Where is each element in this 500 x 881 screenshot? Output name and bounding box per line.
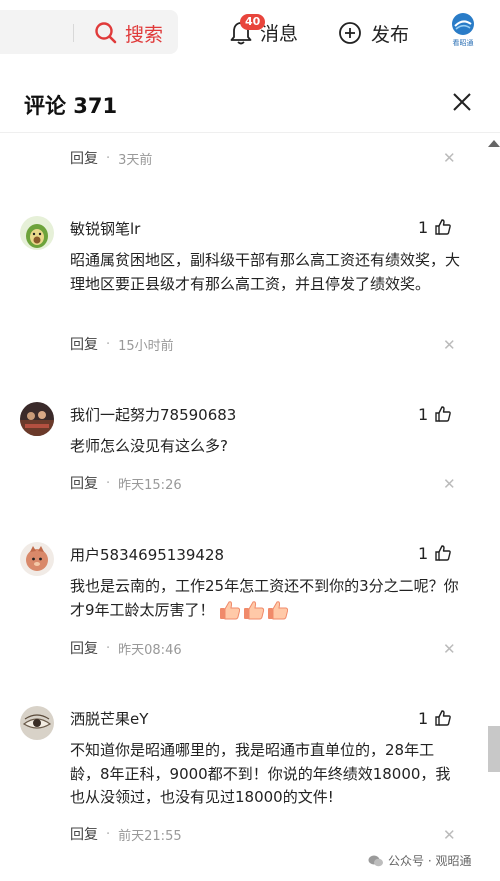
messages-label: 消息	[260, 22, 299, 45]
app-logo[interactable]: 看昭通	[448, 12, 478, 52]
thumbs-up-icon	[435, 219, 452, 235]
comment-time: 前天21:55	[118, 828, 182, 844]
search-divider	[73, 24, 74, 42]
comments-header: 评论 371	[0, 64, 500, 132]
search-button[interactable]: 搜索	[94, 18, 163, 48]
meta-dot: ·	[106, 826, 111, 842]
comment-text: 不知道你是昭通哪里的，我是昭通市直单位的，28年工龄，8年正科，9000都不到！…	[70, 741, 451, 806]
dismiss-icon[interactable]: ✕	[443, 475, 456, 493]
comment-meta: 回复 · 昨天08:46	[70, 638, 182, 658]
like-count: 1	[418, 404, 429, 424]
like-button[interactable]: 1	[418, 403, 452, 425]
avatar[interactable]	[20, 542, 54, 576]
like-count: 1	[418, 543, 429, 563]
like-count: 1	[418, 217, 429, 237]
comment-meta: 回复 · 前天21:55	[70, 824, 182, 844]
reply-button[interactable]: 回复	[70, 824, 98, 844]
header-divider	[0, 132, 500, 133]
scroll-up-arrow[interactable]	[488, 140, 500, 147]
search-icon	[95, 22, 117, 44]
comment-time: 15小时前	[118, 338, 174, 354]
comment-username[interactable]: 用户5834695139428	[70, 544, 224, 565]
dismiss-icon[interactable]: ✕	[443, 149, 456, 167]
comment-text: 我也是云南的，工作25年怎工资还不到你的3分之二呢？你才9年工龄太厉害了！	[70, 575, 460, 622]
plus-circle-icon	[339, 22, 361, 44]
meta-dot: ·	[106, 475, 111, 491]
thumbs-up-icon	[435, 710, 452, 726]
like-button[interactable]: 1	[418, 216, 452, 238]
thumbs-up-emoji-icon	[219, 601, 240, 620]
avatar[interactable]	[20, 216, 54, 250]
messages-badge: 40	[240, 14, 266, 30]
scrollbar-thumb[interactable]	[488, 726, 500, 772]
comment-meta: 回复 · 15小时前	[70, 334, 174, 354]
reply-button[interactable]: 回复	[70, 638, 98, 658]
reply-button[interactable]: 回复	[70, 473, 98, 493]
comment-time: 3天前	[118, 152, 153, 168]
avatar[interactable]	[20, 402, 54, 436]
search-label: 搜索	[125, 23, 164, 46]
watermark-text: 公众号 · 观昭通	[388, 854, 472, 868]
publish-label: 发布	[371, 23, 410, 46]
comment-username[interactable]: 我们一起努力78590683	[70, 404, 236, 425]
wechat-icon	[368, 855, 383, 866]
comment-username[interactable]: 洒脱芒果eY	[70, 708, 148, 729]
thumbs-up-emoji-icon	[243, 601, 264, 620]
meta-dot: ·	[106, 150, 111, 166]
comment-meta: 回复 · 昨天15:26	[70, 473, 182, 493]
reply-button[interactable]: 回复	[70, 148, 98, 168]
meta-dot: ·	[106, 336, 111, 352]
thumbs-up-icon	[435, 406, 452, 422]
comments-title: 评论 371	[24, 94, 118, 118]
thumbs-up-icon	[435, 545, 452, 561]
like-count: 1	[418, 708, 429, 728]
emoji-thumbs	[219, 600, 291, 620]
comment-time: 昨天15:26	[118, 477, 182, 493]
meta-dot: ·	[106, 640, 111, 656]
comment-text: 昭通属贫困地区，副科级干部有那么高工资还有绩效奖，大理地区要正县级才有那么高工资…	[70, 251, 461, 293]
dismiss-icon[interactable]: ✕	[443, 336, 456, 354]
thumbs-up-emoji-icon	[267, 601, 288, 620]
publish-button[interactable]: 发布	[338, 18, 409, 48]
reply-button[interactable]: 回复	[70, 334, 98, 354]
app-logo-text: 看昭通	[452, 39, 474, 47]
comment-username[interactable]: 敏锐钢笔lr	[70, 218, 140, 239]
comment-time: 昨天08:46	[118, 642, 182, 658]
dismiss-icon[interactable]: ✕	[443, 640, 456, 658]
bell-icon: 40	[226, 14, 266, 47]
close-icon[interactable]	[450, 90, 474, 114]
comment-text: 老师怎么没见有这么多?	[70, 437, 228, 455]
avatar[interactable]	[20, 706, 54, 740]
dismiss-icon[interactable]: ✕	[443, 826, 456, 844]
watermark: 公众号 · 观昭通	[368, 852, 471, 869]
comment-meta: 回复 · 3天前	[70, 148, 152, 168]
like-button[interactable]: 1	[418, 542, 452, 564]
top-bar: 搜索 40 消息 发布 看昭通	[0, 0, 500, 64]
like-button[interactable]: 1	[418, 707, 452, 729]
messages-button[interactable]: 40 消息	[226, 14, 298, 50]
